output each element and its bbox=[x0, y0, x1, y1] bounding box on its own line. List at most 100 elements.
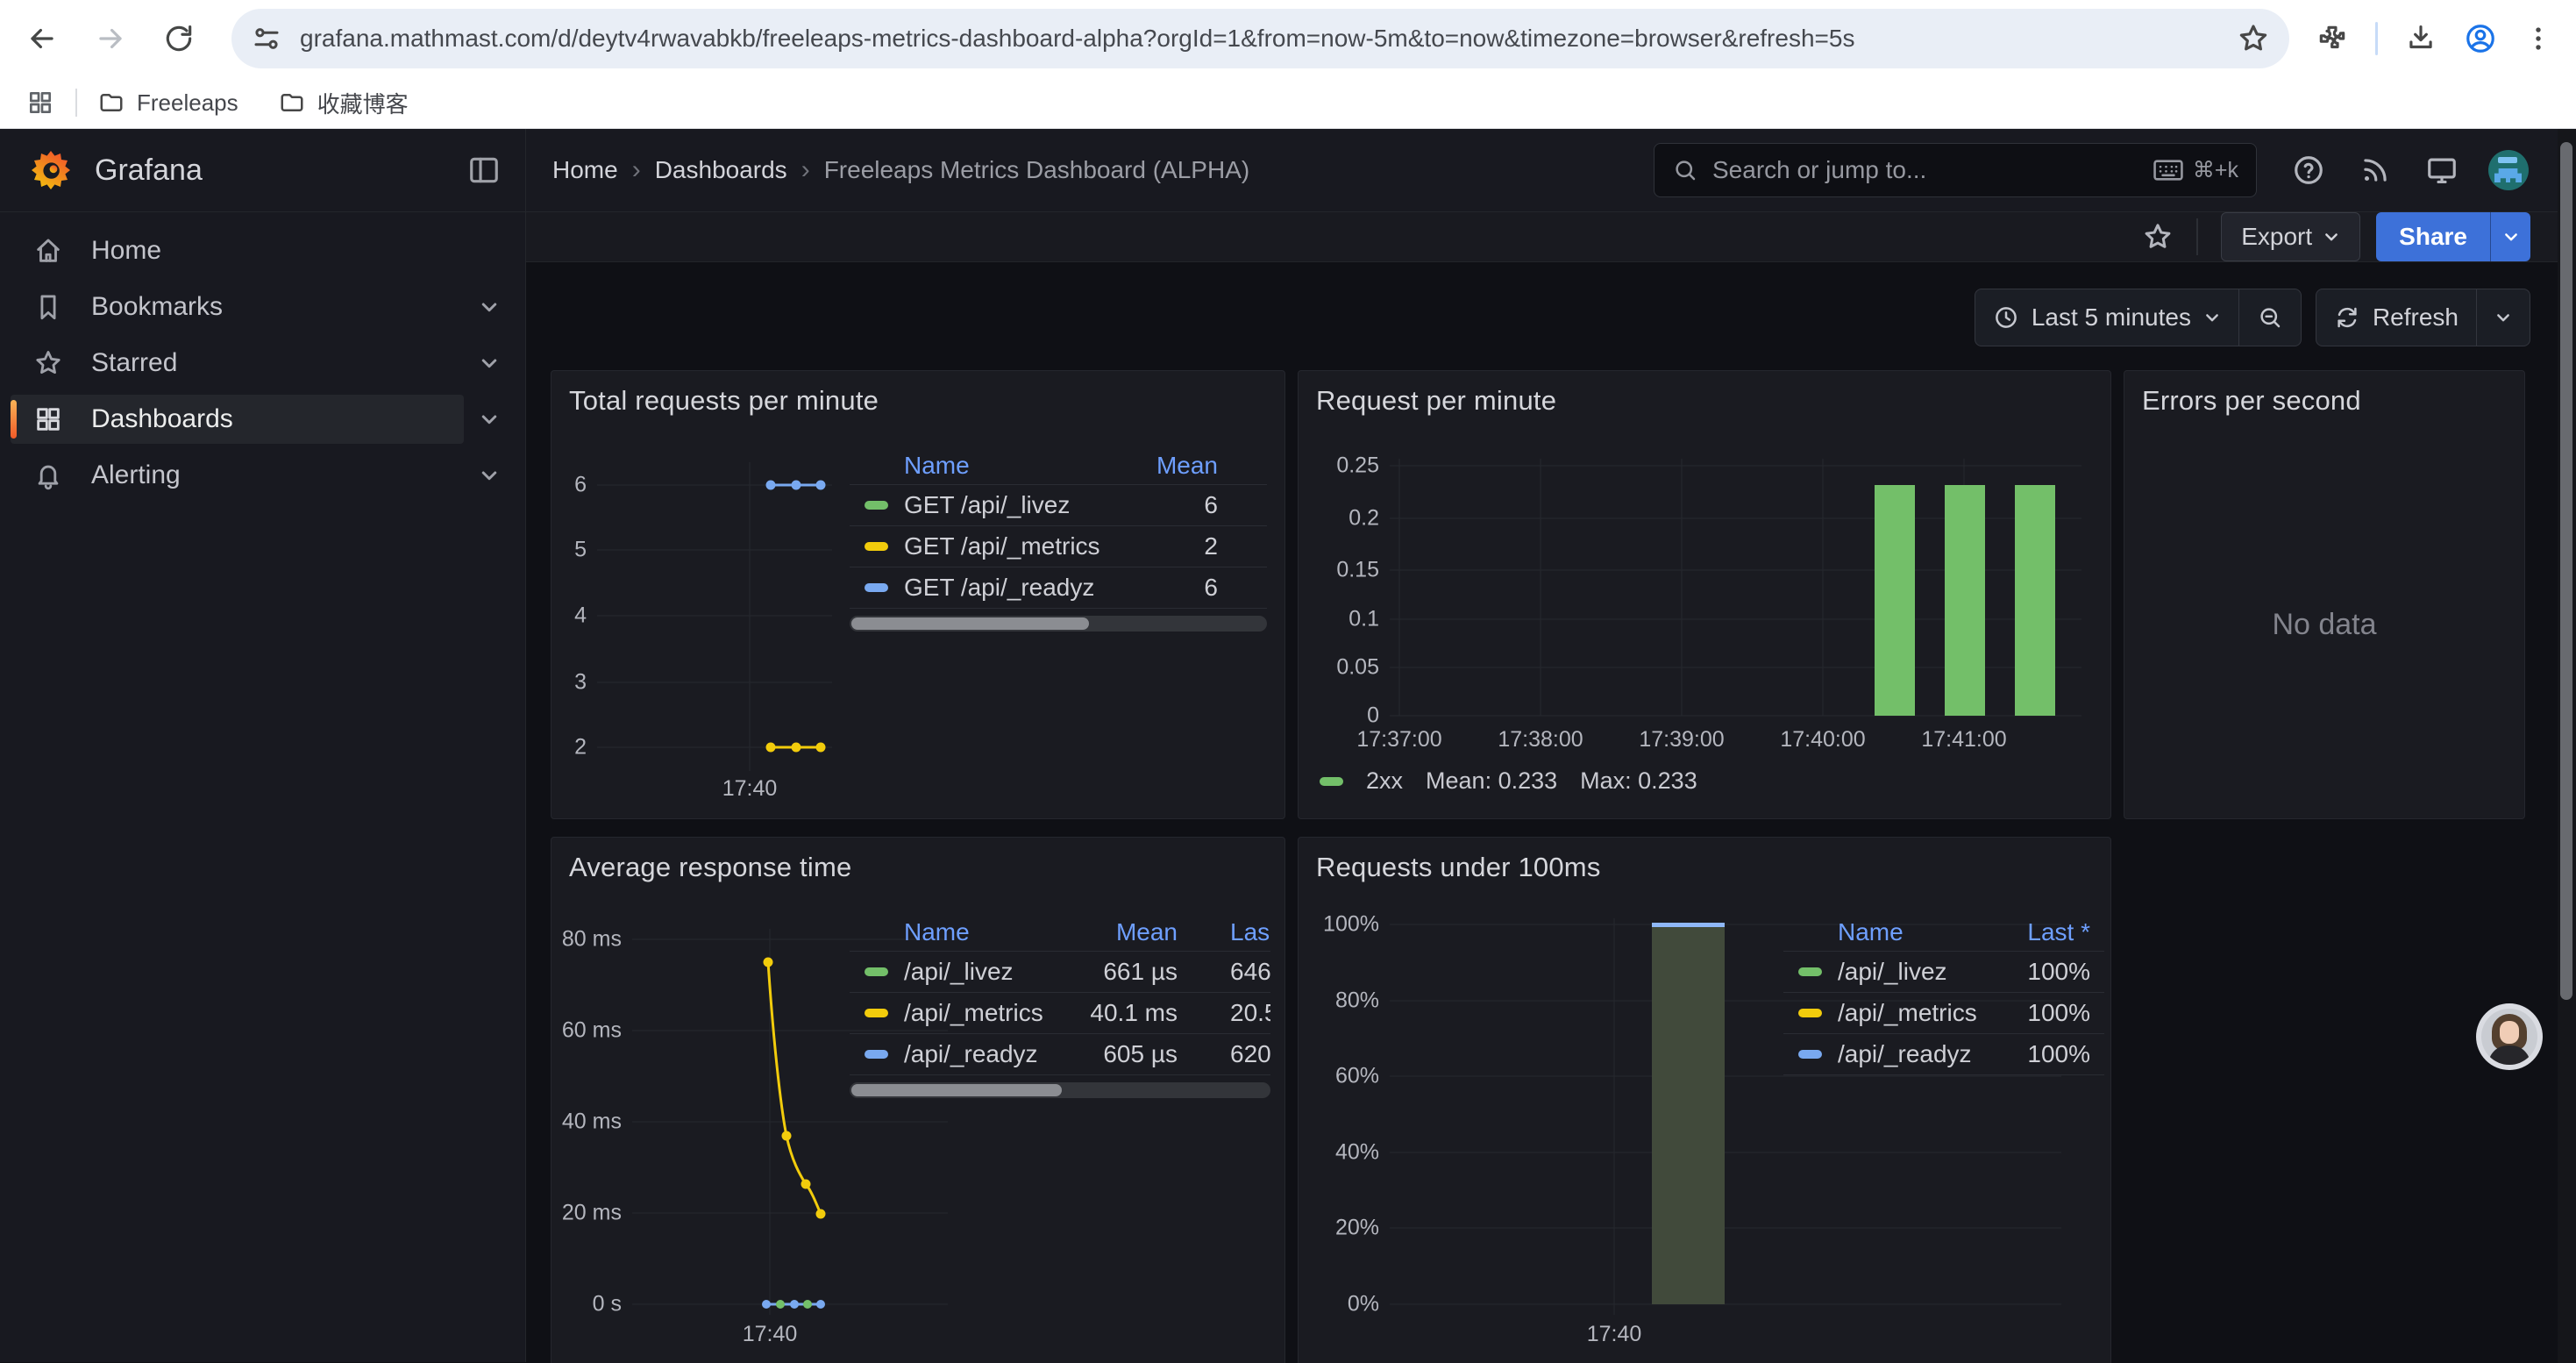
legend-row[interactable]: GET /api/_readyz 6 bbox=[850, 567, 1267, 609]
browser-actions bbox=[2307, 22, 2553, 55]
col-name[interactable]: Name bbox=[850, 452, 1104, 480]
bookmark-folder-freeleaps[interactable]: Freeleaps bbox=[98, 89, 238, 117]
col-mean[interactable]: Mean bbox=[1104, 452, 1218, 480]
scrollbar-thumb[interactable] bbox=[851, 1084, 1062, 1096]
y-tick: 0 bbox=[1306, 703, 1379, 729]
sidebar-item-home[interactable]: Home bbox=[0, 223, 525, 279]
avatar-image bbox=[2481, 1009, 2537, 1065]
url-text[interactable]: grafana.mathmast.com/d/deytv4rwavabkb/fr… bbox=[300, 25, 2223, 53]
legend-row[interactable]: /api/_metrics 100% bbox=[1783, 993, 2104, 1034]
back-arrow-icon bbox=[25, 22, 59, 55]
search-input[interactable]: Search or jump to... ⌘+k bbox=[1654, 143, 2257, 197]
breadcrumb-dashboards[interactable]: Dashboards bbox=[655, 156, 787, 184]
series-mean: 2 bbox=[1104, 532, 1218, 560]
favorite-dashboard-star-icon[interactable] bbox=[2142, 221, 2174, 253]
bookmark-star-icon[interactable] bbox=[2237, 22, 2270, 55]
chevron-down-icon bbox=[2323, 228, 2340, 246]
sidebar-expand-alerting[interactable] bbox=[464, 451, 515, 500]
downloads-icon[interactable] bbox=[2404, 22, 2437, 55]
clock-icon bbox=[1993, 304, 2019, 331]
series-top-line bbox=[1652, 923, 1725, 927]
time-range-picker[interactable]: Last 5 minutes bbox=[1975, 289, 2238, 346]
panel-request-per-minute[interactable]: Request per minute bbox=[1298, 370, 2111, 819]
y-tick: 20% bbox=[1299, 1216, 1379, 1241]
extensions-icon[interactable] bbox=[2316, 22, 2349, 55]
sidebar-expand-dashboards[interactable] bbox=[464, 395, 515, 444]
export-button[interactable]: Export bbox=[2221, 212, 2360, 261]
grafana-app: Grafana Home › Dashboards › Freeleaps Me… bbox=[0, 129, 2576, 1363]
assistant-floating-avatar[interactable] bbox=[2476, 1003, 2543, 1070]
y-tick: 3 bbox=[551, 670, 587, 696]
news-rss-icon[interactable] bbox=[2359, 153, 2392, 187]
series-swatch-green bbox=[1798, 967, 1822, 976]
series-mean: 40.1 ms bbox=[1064, 999, 1178, 1027]
apps-grid-icon[interactable] bbox=[26, 89, 54, 117]
sidebar-item-dashboards[interactable]: Dashboards bbox=[0, 391, 525, 447]
sidebar-expand-starred[interactable] bbox=[464, 339, 515, 388]
browser-reload-button[interactable] bbox=[160, 19, 198, 58]
col-name[interactable]: Name bbox=[1783, 918, 1994, 946]
grafana-logo[interactable] bbox=[30, 149, 72, 191]
sidebar-item-starred[interactable]: Starred bbox=[0, 335, 525, 391]
sidebar-item-label: Bookmarks bbox=[91, 292, 223, 322]
panel-avg-response-time[interactable]: Average response time bbox=[551, 837, 1285, 1363]
legend-row[interactable]: GET /api/_livez 6 bbox=[850, 485, 1267, 526]
no-data-message: No data bbox=[2124, 608, 2524, 642]
refresh-interval-toggle[interactable] bbox=[2476, 289, 2530, 346]
share-main[interactable]: Share bbox=[2376, 212, 2490, 261]
col-last[interactable]: Las bbox=[1178, 918, 1270, 946]
col-mean[interactable]: Mean bbox=[1064, 918, 1178, 946]
breadcrumb-home[interactable]: Home bbox=[552, 156, 618, 184]
zoom-out-time-button[interactable] bbox=[2238, 289, 2301, 346]
col-name[interactable]: Name bbox=[850, 918, 1064, 946]
scrollbar-thumb[interactable] bbox=[851, 617, 1089, 630]
legend-row[interactable]: GET /api/_metrics 2 bbox=[850, 526, 1267, 567]
sidebar-item-label: Home bbox=[91, 236, 161, 266]
sidebar-toggle-icon[interactable] bbox=[467, 153, 501, 187]
panel-total-requests[interactable]: Total requests per minute bbox=[551, 370, 1285, 819]
profile-avatar-icon[interactable] bbox=[2464, 22, 2497, 55]
legend-scrollbar[interactable] bbox=[850, 616, 1267, 632]
share-label: Share bbox=[2399, 223, 2467, 251]
sidebar-expand-bookmarks[interactable] bbox=[464, 282, 515, 332]
legend-row[interactable]: /api/_livez 100% bbox=[1783, 952, 2104, 993]
series-name[interactable]: 2xx bbox=[1366, 767, 1403, 795]
sidebar-item-alerting[interactable]: Alerting bbox=[0, 447, 525, 503]
series-swatch-green bbox=[865, 967, 888, 976]
browser-menu-kebab-icon[interactable] bbox=[2523, 24, 2553, 54]
star-icon bbox=[33, 348, 63, 378]
legend-row[interactable]: /api/_readyz 605 µs 620 bbox=[850, 1034, 1270, 1075]
legend-row[interactable]: /api/_livez 661 µs 646 bbox=[850, 952, 1270, 993]
bookmark-folder-blogs[interactable]: 收藏博客 bbox=[279, 87, 409, 119]
series-mean: 661 µs bbox=[1064, 958, 1178, 986]
sidebar-item-label: Alerting bbox=[91, 460, 181, 490]
legend-table: Name Last * /api/_livez 100% bbox=[1783, 913, 2104, 1075]
browser-back-button[interactable] bbox=[23, 19, 61, 58]
series-mean: 6 bbox=[1104, 574, 1218, 602]
legend-row[interactable]: /api/_readyz 100% bbox=[1783, 1034, 2104, 1075]
share-button[interactable]: Share bbox=[2376, 212, 2530, 261]
browser-forward-button[interactable] bbox=[91, 19, 130, 58]
series-swatch-yellow bbox=[1798, 1009, 1822, 1017]
refresh-icon bbox=[2334, 304, 2360, 331]
y-tick: 80 ms bbox=[551, 927, 622, 953]
site-settings-icon[interactable] bbox=[251, 23, 282, 54]
legend-table: Name Mean Las /api/_livez 661 µs 646 bbox=[850, 913, 1270, 1098]
sidebar-item-bookmarks[interactable]: Bookmarks bbox=[0, 279, 525, 335]
panel-errors-per-second[interactable]: Errors per second No data bbox=[2124, 370, 2525, 819]
share-menu-toggle[interactable] bbox=[2490, 212, 2530, 261]
kiosk-monitor-icon[interactable] bbox=[2425, 153, 2459, 187]
panel-requests-under-100ms[interactable]: Requests under 100ms bbox=[1298, 837, 2111, 1363]
y-tick: 0% bbox=[1299, 1292, 1379, 1317]
legend-row[interactable]: /api/_metrics 40.1 ms 20.5 r bbox=[850, 993, 1270, 1034]
help-icon[interactable] bbox=[2292, 153, 2325, 187]
url-bar[interactable]: grafana.mathmast.com/d/deytv4rwavabkb/fr… bbox=[231, 9, 2289, 68]
user-avatar[interactable] bbox=[2488, 150, 2529, 190]
x-tick: 17:39:00 bbox=[1616, 727, 1747, 753]
chevron-down-icon bbox=[479, 296, 500, 318]
legend-scrollbar[interactable] bbox=[850, 1082, 1270, 1098]
series-name: GET /api/_livez bbox=[904, 491, 1104, 519]
refresh-button[interactable]: Refresh bbox=[2316, 289, 2476, 346]
col-last[interactable]: Last * bbox=[1994, 918, 2090, 946]
page-scrollbar-thumb[interactable] bbox=[2560, 142, 2572, 1000]
